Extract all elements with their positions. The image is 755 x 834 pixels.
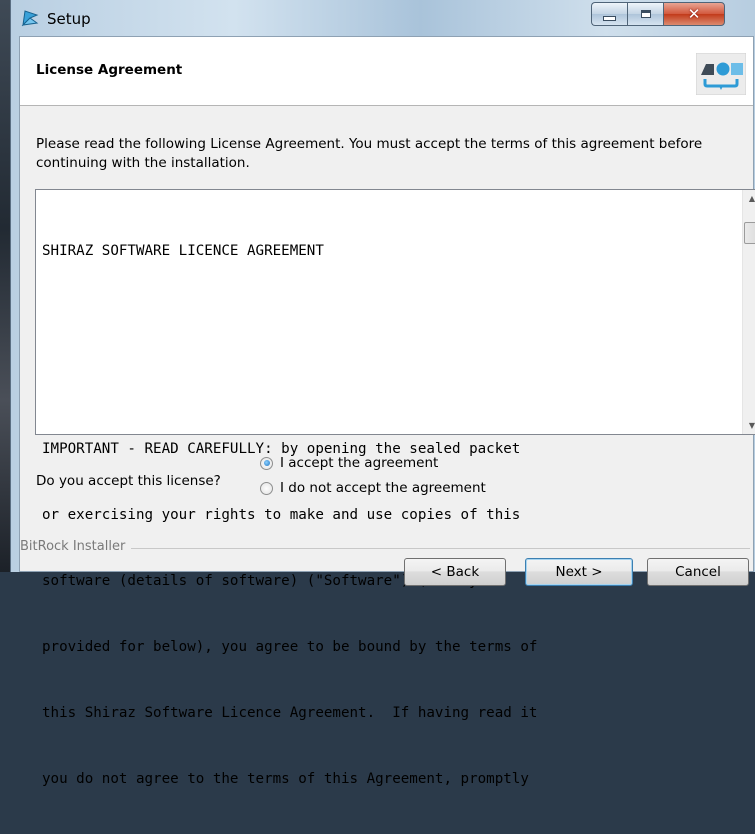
maximize-icon: [640, 10, 651, 18]
license-line: ​: [42, 306, 737, 328]
radio-decline[interactable]: [260, 481, 273, 495]
caption-buttons: ✕: [591, 2, 725, 26]
scroll-up-arrow-icon[interactable]: ▲: [743, 190, 755, 207]
dialog-body: License Agreement Please read the follow…: [19, 36, 755, 787]
maximize-button[interactable]: [627, 2, 663, 26]
license-line: SHIRAZ SOFTWARE LICENCE AGREEMENT: [42, 243, 324, 259]
vertical-scrollbar[interactable]: ▲ ▼: [742, 190, 755, 434]
app-icon: [21, 10, 39, 27]
radio-accept[interactable]: [260, 456, 273, 470]
license-line: you do not agree to the terms of this Ag…: [42, 771, 529, 787]
page-header: License Agreement: [20, 37, 753, 106]
close-button[interactable]: ✕: [663, 2, 725, 26]
decline-option[interactable]: I do not accept the agreement: [260, 478, 486, 498]
radio-decline-label: I do not accept the agreement: [280, 480, 486, 496]
footer-divider: [130, 548, 750, 549]
license-line: this Shiraz Software Licence Agreement. …: [42, 705, 538, 721]
accept-question: Do you accept this license?: [36, 473, 221, 489]
scroll-down-arrow-icon[interactable]: ▼: [743, 417, 755, 434]
license-line: ​: [42, 372, 737, 394]
intro-text: Please read the following License Agreem…: [36, 136, 703, 171]
minimize-button[interactable]: [591, 2, 627, 26]
radio-accept-label: I accept the agreement: [280, 455, 439, 471]
license-line: provided for below), you agree to be bou…: [42, 639, 538, 655]
license-line: or exercising your rights to make and us…: [42, 507, 521, 523]
title-bar[interactable]: Setup ✕: [11, 0, 755, 36]
close-icon: ✕: [687, 5, 701, 23]
license-textarea[interactable]: SHIRAZ SOFTWARE LICENCE AGREEMENT ​ ​ IM…: [35, 189, 755, 787]
next-button[interactable]: Next >: [525, 558, 633, 586]
back-button[interactable]: < Back: [404, 558, 506, 586]
cancel-button[interactable]: Cancel: [647, 558, 749, 586]
window-title: Setup: [47, 10, 91, 28]
page-title: License Agreement: [36, 62, 183, 78]
accept-option[interactable]: I accept the agreement: [260, 453, 438, 473]
scrollbar-thumb[interactable]: [744, 222, 755, 244]
license-text: SHIRAZ SOFTWARE LICENCE AGREEMENT ​ ​ IM…: [42, 196, 737, 834]
installer-logo-icon: [696, 53, 746, 95]
installer-brand: BitRock Installer: [20, 539, 132, 554]
minimize-icon: [603, 15, 616, 21]
setup-window: Setup ✕ License Agreement Please read th…: [10, 0, 755, 787]
